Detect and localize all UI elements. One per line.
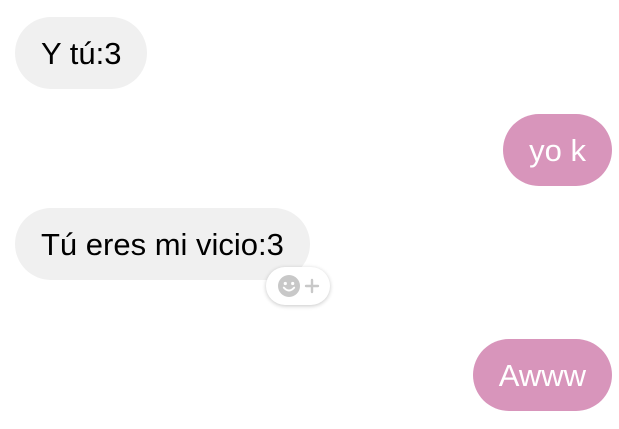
message-text: Y tú:3 <box>41 35 122 71</box>
add-reaction-button[interactable] <box>266 267 330 305</box>
message-bubble-incoming[interactable]: Tú eres mi vicio:3 <box>15 208 310 280</box>
message-bubble-outgoing[interactable]: Awww <box>472 339 612 411</box>
message-bubble-incoming[interactable]: Y tú:3 <box>15 17 148 89</box>
message-text: yo k <box>529 132 586 168</box>
message-bubble-outgoing[interactable]: yo k <box>503 114 612 186</box>
plus-icon <box>304 278 319 294</box>
smiley-icon <box>277 275 300 297</box>
message-text: Tú eres mi vicio:3 <box>41 226 284 262</box>
message-text: Awww <box>498 357 586 393</box>
